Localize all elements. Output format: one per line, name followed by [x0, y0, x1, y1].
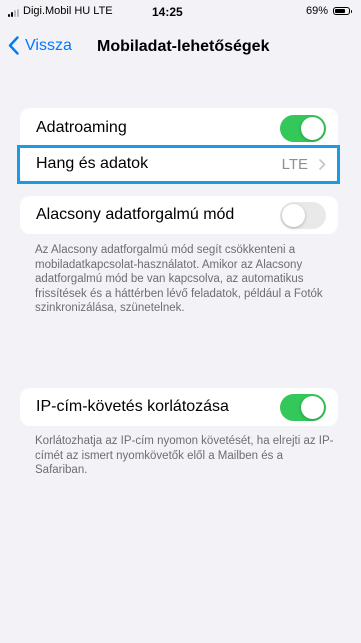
ip-tracking-group: IP-cím-követés korlátozása	[20, 388, 338, 426]
signal-strength-icon	[8, 9, 19, 17]
ip-tracking-label: IP-cím-követés korlátozása	[36, 398, 229, 415]
battery-icon	[333, 7, 352, 15]
clock: 14:25	[152, 5, 183, 19]
ip-tracking-footnote: Korlátozhatja az IP-cím nyomon követését…	[35, 435, 334, 476]
low-data-mode-footnote: Az Alacsony adatforgalmú mód segít csökk…	[35, 244, 323, 314]
page-title: Mobiladat-lehetőségek	[97, 38, 270, 55]
ip-tracking-row: IP-cím-követés korlátozása	[20, 389, 338, 425]
low-data-mode-label: Alacsony adatforgalmú mód	[36, 206, 235, 223]
low-data-mode-toggle[interactable]	[280, 202, 326, 229]
ip-tracking-toggle[interactable]	[280, 394, 326, 421]
battery-percentage: 69%	[305, 5, 328, 17]
voice-data-highlight[interactable]	[17, 145, 340, 184]
chevron-left-icon	[8, 36, 19, 55]
navigation-bar: Vissza Mobiladat-lehetőségek	[0, 32, 361, 64]
back-button[interactable]: Vissza	[8, 36, 72, 55]
data-roaming-row: Adatroaming	[20, 110, 338, 146]
data-roaming-label: Adatroaming	[36, 119, 127, 136]
low-data-mode-group: Alacsony adatforgalmú mód	[20, 196, 338, 234]
carrier-label: Digi.Mobil HU LTE	[23, 5, 113, 17]
back-button-label: Vissza	[25, 36, 72, 54]
low-data-mode-row: Alacsony adatforgalmú mód	[20, 197, 338, 233]
status-bar: Digi.Mobil HU LTE 14:25 69%	[0, 0, 361, 24]
data-roaming-toggle[interactable]	[280, 115, 326, 142]
